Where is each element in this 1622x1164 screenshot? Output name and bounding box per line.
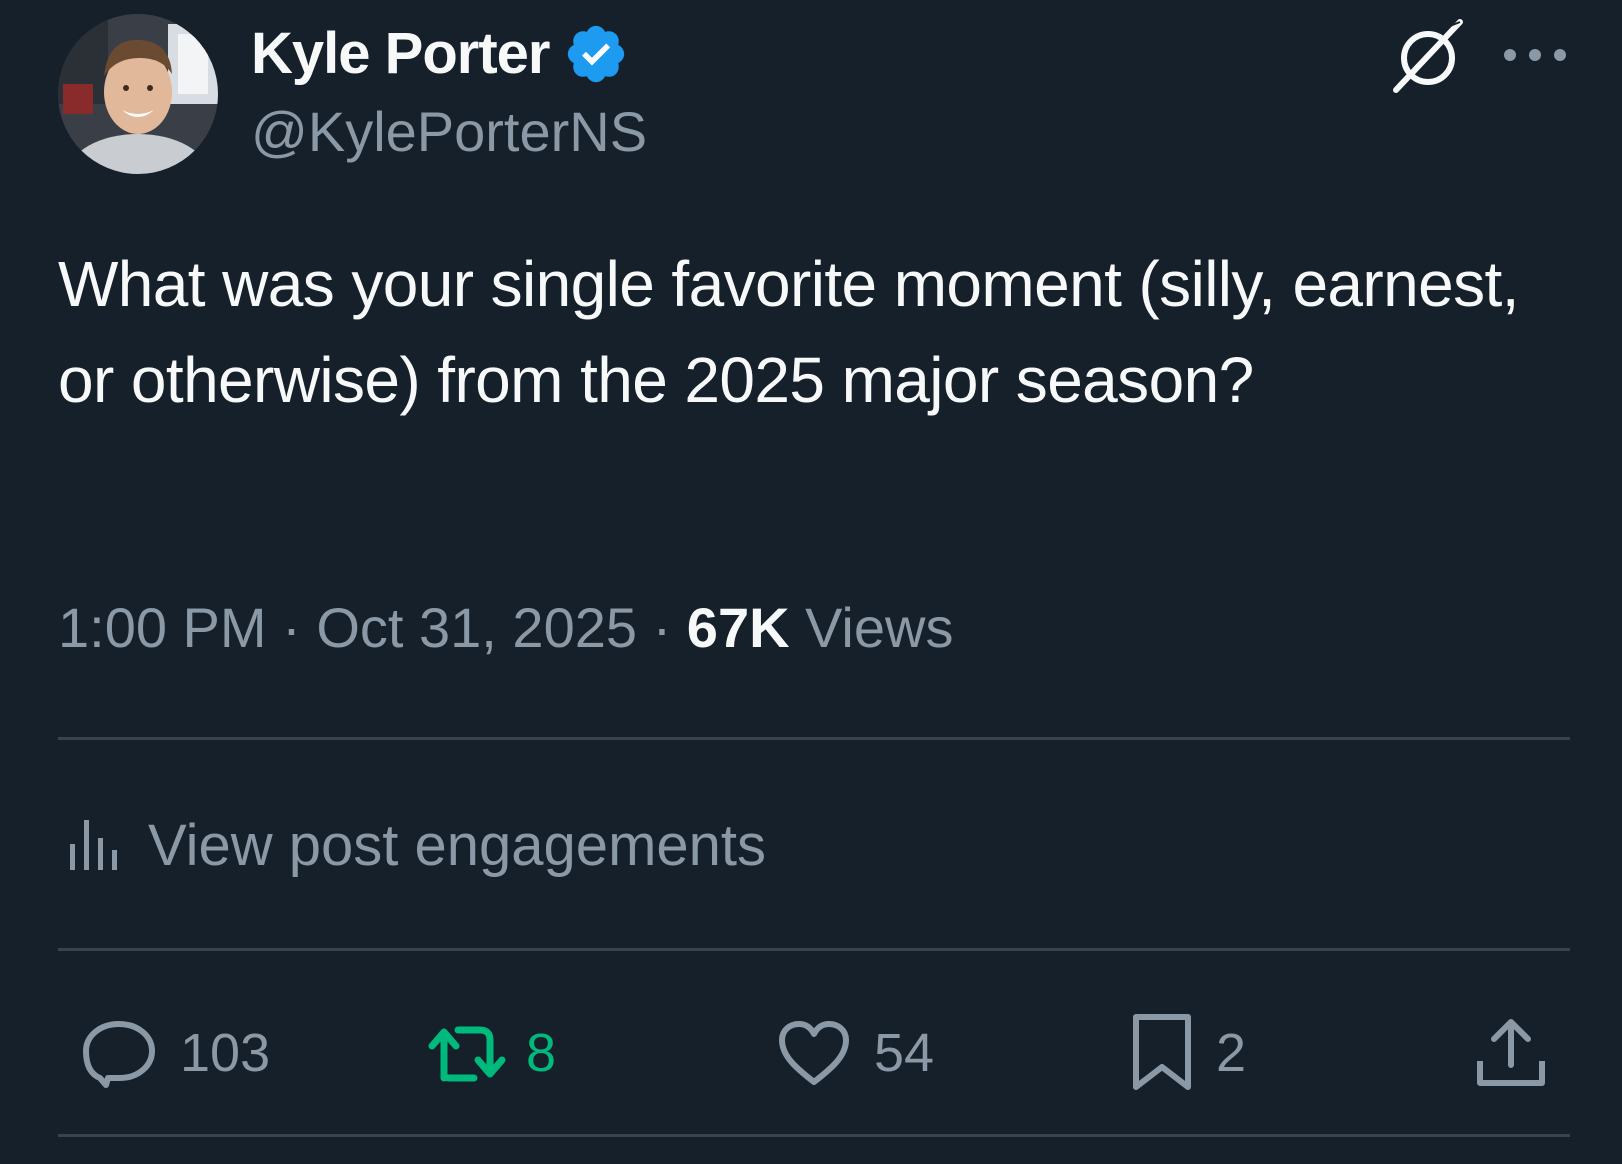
tweet-text: What was your single favorite moment (si… xyxy=(58,248,1519,416)
tweet-meta: 1:00 PM · Oct 31, 2025 · 67K Views xyxy=(58,588,953,668)
tweet-card: Kyle Porter @KylePorterNS What was your … xyxy=(0,0,1622,1164)
like-button[interactable]: 54 xyxy=(776,1008,934,1098)
reply-button[interactable]: 103 xyxy=(80,1008,270,1098)
heart-icon xyxy=(779,1021,849,1085)
share-upload-icon xyxy=(1477,1019,1545,1086)
share-button[interactable] xyxy=(1474,1008,1548,1098)
retweet-count: 8 xyxy=(526,1023,557,1083)
verified-badge-icon[interactable] xyxy=(563,21,629,87)
divider xyxy=(58,737,1570,740)
tweet-date[interactable]: Oct 31, 2025 xyxy=(316,596,637,659)
views-label: Views xyxy=(805,596,954,659)
more-horizontal-icon[interactable] xyxy=(1500,30,1570,80)
avatar[interactable] xyxy=(58,14,218,174)
reply-icon xyxy=(83,1021,155,1088)
author-display-name[interactable]: Kyle Porter xyxy=(251,22,550,86)
divider xyxy=(58,948,1570,951)
retweet-button[interactable]: 8 xyxy=(422,1008,556,1098)
avatar-image xyxy=(58,14,218,174)
bookmark-count: 2 xyxy=(1216,1023,1247,1083)
tweet-time[interactable]: 1:00 PM xyxy=(58,596,267,659)
grok-slash-circle-icon[interactable] xyxy=(1388,18,1468,94)
retweet-icon xyxy=(428,1026,506,1082)
views-count: 67K xyxy=(686,596,790,659)
author-handle[interactable]: @KylePorterNS xyxy=(251,100,647,164)
bar-chart-icon xyxy=(70,820,117,870)
meta-separator: · xyxy=(652,596,672,659)
bookmark-button[interactable]: 2 xyxy=(1130,1008,1246,1098)
view-engagements-button[interactable]: View post engagements xyxy=(58,800,766,890)
divider xyxy=(58,1134,1570,1137)
author-name-row[interactable]: Kyle Porter xyxy=(251,22,629,86)
reply-count: 103 xyxy=(180,1023,271,1083)
view-engagements-label: View post engagements xyxy=(148,812,767,878)
bookmark-icon xyxy=(1133,1014,1191,1090)
like-count: 54 xyxy=(874,1023,935,1083)
meta-separator: · xyxy=(282,596,301,659)
